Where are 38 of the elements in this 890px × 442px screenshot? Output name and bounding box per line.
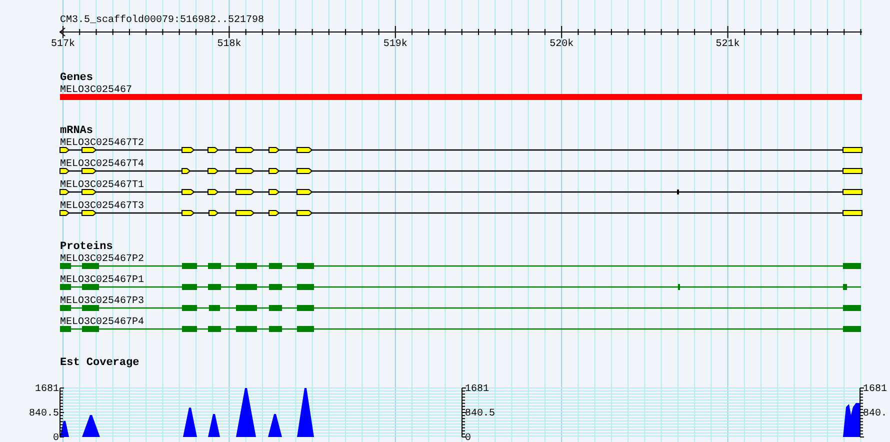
axis-label: 840.5 [28, 408, 59, 420]
ruler-label: 520k [550, 39, 574, 50]
ruler-label: 519k [383, 39, 408, 50]
axis-label: 840.5 [465, 408, 496, 420]
protein-drawing[interactable] [60, 284, 861, 290]
feature-label: MELO3C025467T4 [60, 159, 144, 170]
track-title: Proteins [60, 241, 113, 253]
region-title: CM3.5_scaffold00079:516982..521798 [60, 15, 264, 26]
track-title: mRNAs [60, 125, 94, 137]
protein-drawing[interactable] [60, 326, 861, 332]
feature-label: MELO3C025467P2 [60, 254, 144, 265]
track-title: Est Coverage [60, 357, 140, 369]
protein-drawing[interactable] [60, 305, 861, 311]
feature-label: MELO3C025467T3 [60, 201, 144, 212]
feature-label: MELO3C025467P1 [60, 275, 144, 286]
ruler-label: 521k [716, 39, 740, 50]
track-title: Genes [60, 72, 94, 84]
coverage-axis [462, 388, 466, 438]
feature-label: MELO3C025467T1 [60, 180, 144, 191]
feature-label: MELO3C025467T2 [60, 138, 144, 149]
coverage-axis [60, 388, 64, 438]
transcript-drawing[interactable] [60, 168, 862, 174]
transcript-drawing[interactable] [60, 210, 862, 216]
axis-label: 0 [52, 433, 59, 442]
transcript-drawing[interactable] [60, 189, 862, 195]
axis-label: 1681 [34, 384, 59, 395]
axis-label: 840. [863, 408, 888, 420]
axis-label: 1681 [863, 384, 888, 395]
feature-label: MELO3C025467P4 [60, 317, 144, 328]
axis-label: 1681 [465, 384, 490, 395]
feature-label: MELO3C025467 [60, 85, 132, 96]
axis-label: 0 [465, 433, 472, 442]
transcript-drawing[interactable] [60, 147, 862, 153]
feature-label: MELO3C025467P3 [60, 296, 144, 307]
ruler-label: 517k [51, 39, 75, 50]
coverage-axis [860, 388, 864, 438]
protein-drawing[interactable] [60, 263, 861, 269]
ruler-label: 518k [217, 39, 242, 50]
